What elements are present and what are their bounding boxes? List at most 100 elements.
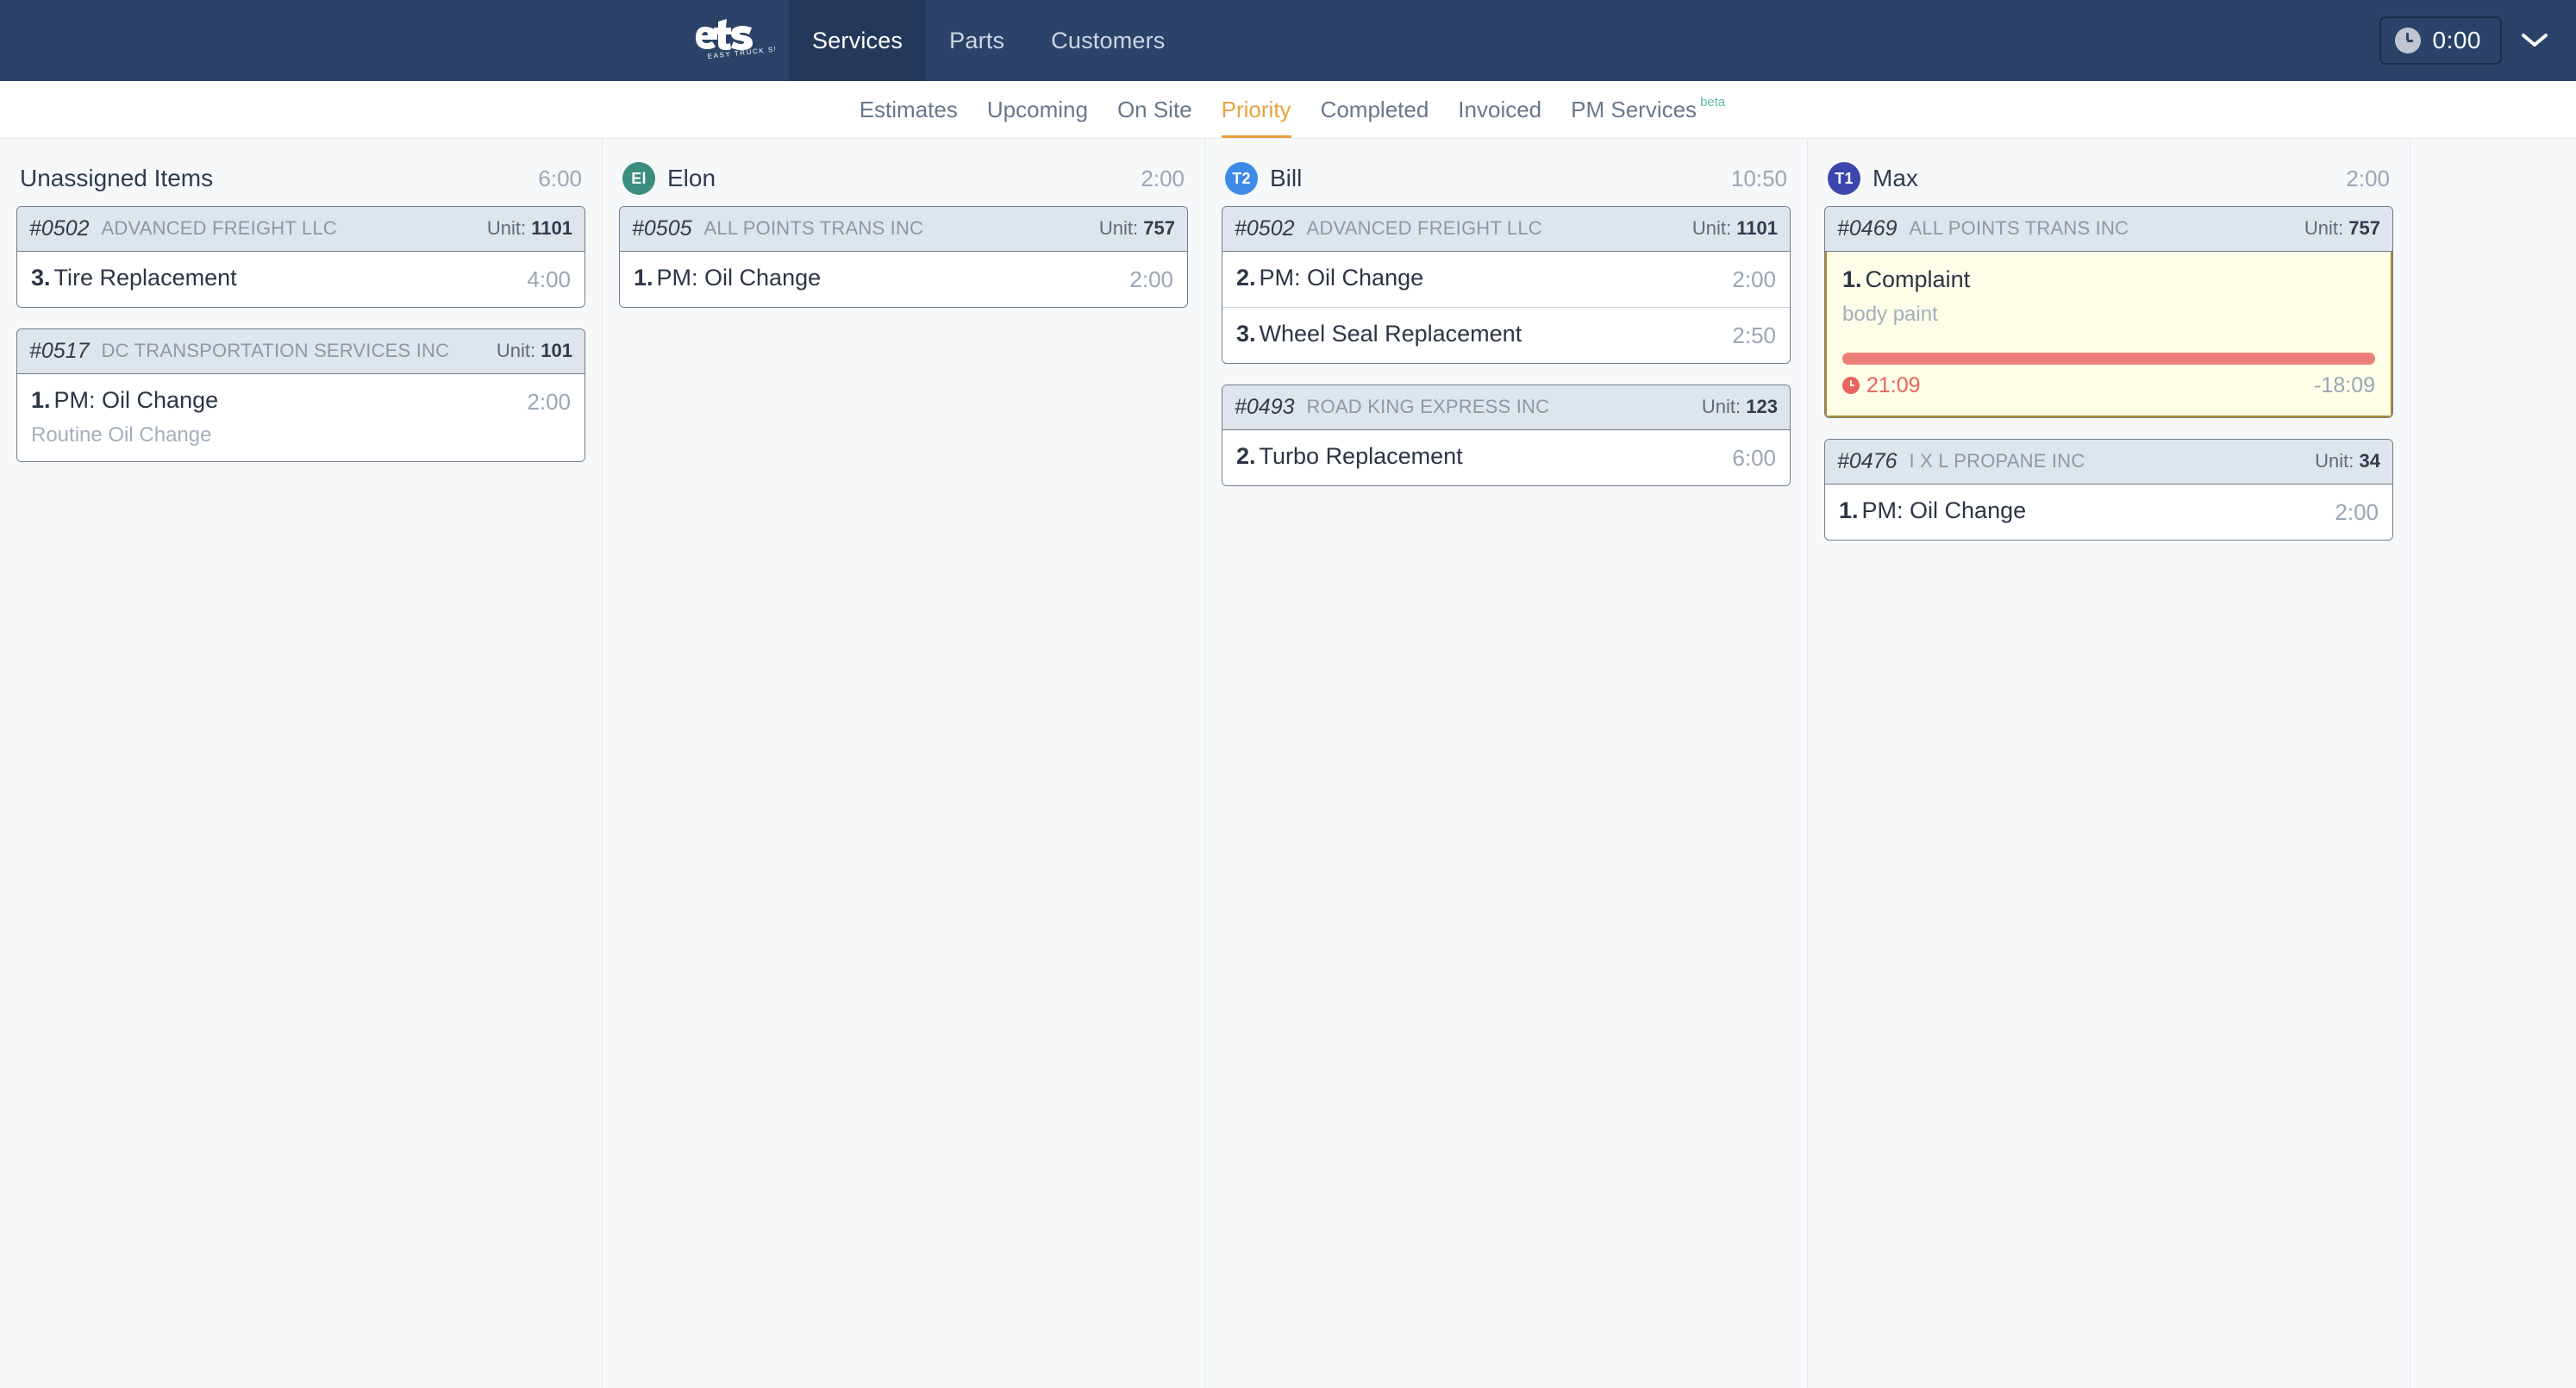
nav-link-parts[interactable]: Parts	[926, 0, 1028, 81]
work-order-header: #0502 ADVANCED FREIGHT LLC Unit: 1101	[17, 207, 585, 252]
tab-priority-label: Priority	[1221, 96, 1291, 122]
clock-icon	[2394, 28, 2421, 53]
task-index: 1.	[634, 265, 653, 291]
column-header-unassigned: Unassigned Items 6:00	[16, 156, 585, 201]
work-order-card[interactable]: #0517 DC TRANSPORTATION SERVICES INC Unit:…	[16, 328, 585, 462]
task-title: 1. PM: Oil Change	[634, 265, 822, 291]
task-estimated-time: 2:00	[2335, 498, 2379, 525]
status-tab-bar: Estimates Upcoming On Site Priority Comp…	[0, 81, 2576, 139]
task-title: 1. PM: Oil Change	[1839, 497, 2027, 523]
topbar-right-controls: 0:00	[2379, 0, 2553, 81]
work-order-unit: Unit: 101	[496, 340, 572, 362]
column-total-hours: 2:00	[2346, 165, 2390, 191]
task-subtitle: Routine Oil Change	[31, 422, 212, 447]
task-body: 3. Tire Replacement	[31, 264, 513, 293]
timer-button[interactable]: 0:00	[2379, 16, 2502, 65]
board-column-bill: T2 Bill 10:50 #0502 ADVANCED FREIGHT LLC Unit…	[1205, 139, 1808, 1388]
tab-priority[interactable]: Priority	[1207, 81, 1306, 138]
tab-upcoming[interactable]: Upcoming	[972, 81, 1103, 138]
board-column-unassigned: Unassigned Items 6:00 #0502 ADVANCED FREIGH…	[0, 139, 603, 1388]
task-title: 3. Wheel Seal Replacement	[1236, 321, 1522, 347]
work-order-header: #0505 ALL POINTS TRANS INC Unit: 757	[620, 207, 1187, 252]
column-header-bill: T2 Bill 10:50	[1222, 156, 1791, 201]
nav-link-services[interactable]: Services	[789, 0, 927, 81]
nav-link-customers[interactable]: Customers	[1028, 0, 1188, 81]
work-order-number: #0517	[29, 339, 90, 363]
beta-badge: beta	[1700, 94, 1726, 109]
task-row[interactable]: 1. Complaint body paint 21:09 -18:09	[1825, 252, 2392, 417]
work-order-number: #0502	[29, 216, 90, 241]
column-total-hours: 2:00	[1141, 165, 1185, 191]
column-header-elon: El Elon 2:00	[619, 156, 1188, 201]
task-body: 1. PM: Oil Change	[1839, 497, 2321, 526]
tab-completed-label: Completed	[1320, 96, 1429, 122]
tab-pm-services[interactable]: PM Services beta	[1556, 81, 1740, 138]
board-column-max: T1 Max 2:00 #0469 ALL POINTS TRANS INC Unit: …	[1808, 139, 2410, 1388]
work-order-card[interactable]: #0493 ROAD KING EXPRESS INC Unit: 123 2. Tur…	[1222, 385, 1791, 486]
task-index: 2.	[1236, 443, 1256, 469]
task-row[interactable]: 2. PM: Oil Change 2:00	[1222, 252, 1790, 308]
tab-on-site-label: On Site	[1116, 96, 1192, 122]
board-column-empty	[2410, 139, 2576, 1388]
task-row[interactable]: 3. Wheel Seal Replacement 2:50	[1222, 308, 1790, 363]
work-order-card[interactable]: #0502 ADVANCED FREIGHT LLC Unit: 1101 2. PM:…	[1222, 206, 1791, 364]
tab-on-site[interactable]: On Site	[1103, 81, 1207, 138]
work-order-header: #0493 ROAD KING EXPRESS INC Unit: 123	[1222, 385, 1790, 430]
work-order-card[interactable]: #0502 ADVANCED FREIGHT LLC Unit: 1101 3. Tir…	[16, 206, 585, 308]
task-row[interactable]: 3. Tire Replacement 4:00	[17, 252, 585, 307]
task-title: 1. Complaint	[1842, 266, 1971, 292]
work-order-unit: Unit: 123	[1701, 396, 1778, 418]
top-navigation-bar: EASY TRUCK SHOP Services Parts Customers…	[0, 0, 2576, 81]
timer-value: 0:00	[2432, 27, 2481, 53]
column-total-hours: 10:50	[1730, 165, 1787, 191]
work-order-card[interactable]: #0476 I X L PROPANE INC Unit: 34 1. PM: Oil …	[1824, 438, 2393, 541]
task-row[interactable]: 1. PM: Oil Change 2:00	[620, 252, 1187, 307]
chevron-down-glyph	[2522, 34, 2548, 47]
primary-nav: Services Parts Customers	[789, 0, 1189, 81]
task-row[interactable]: 1. PM: Oil Change 2:00	[1825, 484, 2392, 540]
work-order-card[interactable]: #0469 ALL POINTS TRANS INC Unit: 757 1. Comp…	[1824, 206, 2393, 418]
task-body: 2. Turbo Replacement	[1236, 442, 1718, 472]
ets-logo[interactable]: EASY TRUCK SHOP	[681, 0, 789, 81]
avatar: T1	[1828, 162, 1860, 195]
task-body: 2. PM: Oil Change	[1236, 264, 1718, 293]
task-estimated-time: 4:00	[527, 266, 571, 292]
task-index: 1.	[1839, 497, 1859, 523]
tab-invoiced[interactable]: Invoiced	[1443, 81, 1556, 138]
task-estimated-time: 6:00	[1732, 445, 1776, 471]
avatar: T2	[1225, 162, 1258, 195]
column-title: Max	[1873, 165, 1918, 191]
task-index: 1.	[1842, 266, 1862, 292]
work-order-customer: ADVANCED FREIGHT LLC	[1306, 217, 1542, 240]
task-body: 1. PM: Oil Change	[634, 264, 1116, 293]
ets-logo-mark: EASY TRUCK SHOP	[695, 19, 775, 60]
task-row[interactable]: 1. PM: Oil Change Routine Oil Change 2:00	[17, 374, 585, 461]
column-total-hours: 6:00	[538, 165, 582, 191]
progress-fill	[1842, 352, 2375, 365]
tab-invoiced-label: Invoiced	[1458, 96, 1542, 122]
column-title: Unassigned Items	[20, 165, 214, 191]
task-row[interactable]: 2. Turbo Replacement 6:00	[1222, 430, 1790, 485]
elapsed-time: 21:09	[1842, 373, 1921, 398]
task-index: 3.	[31, 265, 51, 291]
task-title: 3. Tire Replacement	[31, 265, 237, 291]
topbar-left-spacer	[0, 0, 681, 81]
tab-estimates[interactable]: Estimates	[845, 81, 972, 138]
tab-pm-services-label: PM Services	[1571, 96, 1698, 122]
tab-completed[interactable]: Completed	[1306, 81, 1444, 138]
task-estimated-time: 2:00	[527, 389, 571, 415]
work-order-header: #0469 ALL POINTS TRANS INC Unit: 757	[1825, 207, 2392, 252]
chevron-down-icon[interactable]	[2517, 23, 2552, 58]
work-order-unit: Unit: 34	[2315, 449, 2380, 472]
work-order-number: #0476	[1837, 448, 1898, 473]
work-order-customer: ROAD KING EXPRESS INC	[1306, 396, 1550, 418]
task-progress: 21:09 -18:09	[1842, 352, 2375, 398]
column-header-max: T1 Max 2:00	[1824, 156, 2393, 201]
work-order-unit: Unit: 757	[1098, 217, 1175, 240]
work-order-number: #0469	[1837, 216, 1898, 241]
nav-link-customers-label: Customers	[1051, 27, 1166, 53]
work-order-number: #0502	[1235, 216, 1295, 241]
task-title: 2. PM: Oil Change	[1236, 265, 1424, 291]
work-order-card[interactable]: #0505 ALL POINTS TRANS INC Unit: 757 1. PM: …	[619, 206, 1188, 308]
task-title: 1. PM: Oil Change	[31, 387, 219, 413]
